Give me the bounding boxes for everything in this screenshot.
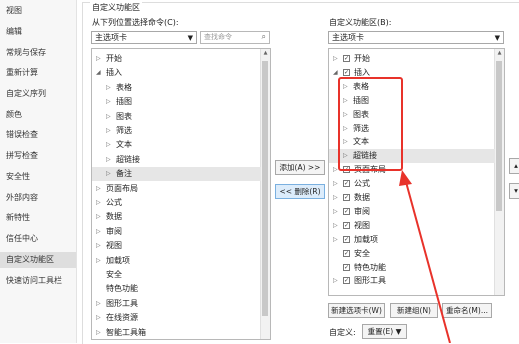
annotation-arrowhead <box>399 170 412 186</box>
annotation-arrow-line <box>405 181 451 343</box>
highlight-rectangle <box>338 77 403 171</box>
annotation-overlay <box>338 77 451 343</box>
